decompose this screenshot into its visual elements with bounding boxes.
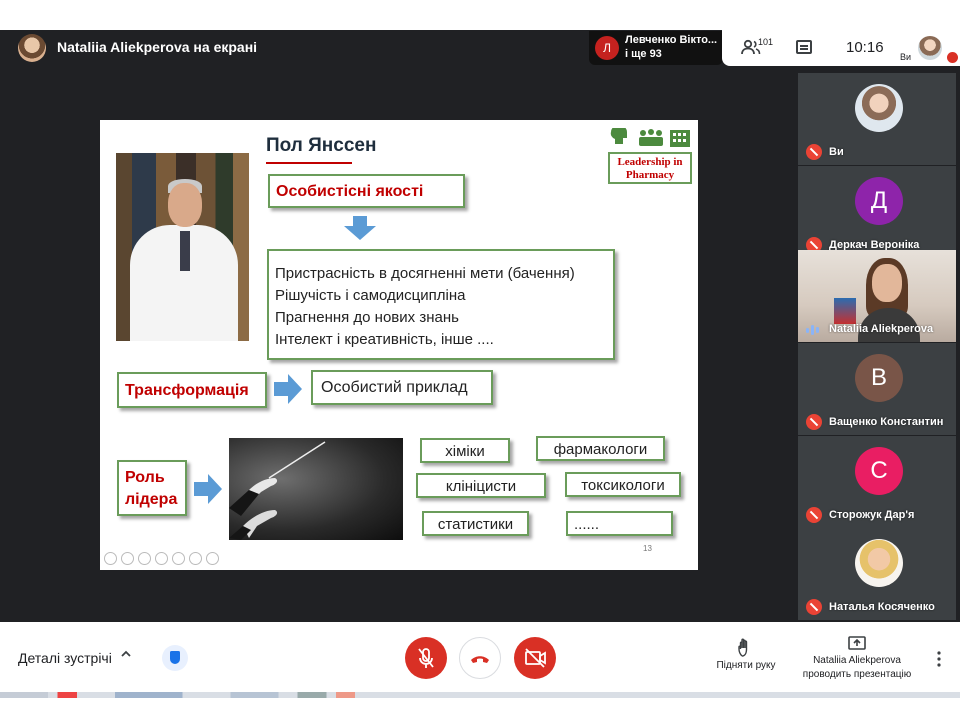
present-screen-icon xyxy=(848,636,866,650)
leadership-logo-icons xyxy=(610,128,690,147)
mic-off-icon xyxy=(806,507,822,523)
next-slide-icon[interactable] xyxy=(121,552,134,565)
participant-tile[interactable]: В Ващенко Константин xyxy=(798,343,956,435)
more-options-icon[interactable] xyxy=(206,552,219,565)
participant-tile[interactable]: Наталья Косяченко xyxy=(798,528,956,620)
role-pharmacologists: фармакологи xyxy=(536,436,665,461)
leave-call-button[interactable] xyxy=(459,637,501,679)
top-strip xyxy=(0,0,960,30)
raise-hand-label: Підняти руку xyxy=(716,660,776,671)
role-statisticians: статистики xyxy=(422,511,529,536)
hand-icon xyxy=(738,638,748,657)
you-label: Ви xyxy=(900,52,912,62)
notification-line1: Левченко Вікто... xyxy=(625,34,718,46)
avatar xyxy=(855,84,903,132)
security-shield-icon[interactable] xyxy=(162,645,188,671)
presenter-avatar xyxy=(18,34,46,62)
notification-badge xyxy=(947,52,958,63)
qualities-heading: Особистісні якості xyxy=(268,174,465,208)
microphone-toggle-button[interactable] xyxy=(405,637,447,679)
conductor-hands-image xyxy=(229,438,403,540)
slide-title: Пол Янссен xyxy=(266,135,377,156)
grid-icon[interactable] xyxy=(172,552,185,565)
role-chemists: хіміки xyxy=(420,438,510,463)
chevron-up-icon[interactable] xyxy=(121,649,131,659)
participant-name: Наталья Косяченко xyxy=(829,601,935,613)
participant-tile[interactable]: С Сторожук Дар'я xyxy=(798,436,956,528)
notification-line2: і ще 93 xyxy=(625,48,662,60)
mic-off-icon xyxy=(806,144,822,160)
quality-item: Інтелект і креативність, інше .... xyxy=(275,331,494,348)
end-call-icon xyxy=(471,656,489,663)
leader-role-line2: лідера xyxy=(125,491,178,508)
participant-name: Ви xyxy=(829,146,844,158)
logo-line2: Pharmacy xyxy=(625,169,675,181)
speaking-indicator-icon xyxy=(806,324,822,336)
camera-toggle-button[interactable] xyxy=(514,637,556,679)
role-clinicians: клініцисти xyxy=(416,473,546,498)
meet-window: Nataliia Aliekperova на екрані Л Левченк… xyxy=(0,0,960,720)
avatar: В xyxy=(855,354,903,402)
clock: 10:16 xyxy=(846,39,884,56)
portrait-photo xyxy=(116,153,249,341)
more-vert-icon[interactable] xyxy=(934,651,944,667)
join-notification[interactable]: Л Левченко Вікто... і ще 93 xyxy=(589,31,723,65)
avatar xyxy=(855,539,903,587)
prev-slide-icon[interactable] xyxy=(104,552,117,565)
arrow-down-icon xyxy=(344,216,376,240)
chat-icon[interactable] xyxy=(796,40,812,54)
mic-off-icon xyxy=(806,599,822,615)
presentation-slide: Пол Янссен Leadership in Pharmacy Особис… xyxy=(100,120,698,570)
top-right-bar: 101 10:16 Ви xyxy=(722,30,960,66)
transformation-label: Трансформація xyxy=(117,372,267,408)
participant-name: Nataliia Aliekperova xyxy=(829,323,934,335)
quality-item: Рішучість і самодисципліна xyxy=(275,287,466,304)
arrow-right-icon xyxy=(274,374,302,404)
camera-off-icon xyxy=(525,648,546,668)
leader-role-label: Роль лідера xyxy=(117,460,187,516)
title-underline xyxy=(266,162,352,164)
participant-tile-video[interactable]: Nataliia Aliekperova xyxy=(798,250,956,342)
quality-item: Прагнення до нових знань xyxy=(275,309,459,326)
leader-role-line1: Роль xyxy=(125,469,165,486)
avatar: Д xyxy=(855,177,903,225)
role-toxicologists: токсикологи xyxy=(565,472,681,497)
presenter-title: Nataliia Aliekperova на екрані xyxy=(57,39,258,55)
zoom-icon[interactable] xyxy=(155,552,168,565)
participant-name: Сторожук Дар'я xyxy=(829,509,915,521)
bottom-control-bar: Деталі зустрічі Підняти руку Nataliia Al… xyxy=(0,622,960,692)
presenting-label: проводить презентацію xyxy=(802,669,912,680)
participant-name: Ващенко Константин xyxy=(829,416,944,428)
role-more: ...... xyxy=(566,511,673,536)
mic-off-icon xyxy=(806,414,822,430)
mic-off-icon xyxy=(418,648,434,668)
participant-tile[interactable]: Д Деркач Вероніка xyxy=(798,166,956,258)
arrow-right-icon xyxy=(194,474,222,504)
subtitles-icon[interactable] xyxy=(189,552,202,565)
presenter-name-label: Nataliia Aliekperova xyxy=(813,655,901,666)
notification-avatar: Л xyxy=(595,36,619,60)
qualities-list: Пристрасність в досягненні мети (бачення… xyxy=(267,249,615,360)
personal-example: Особистий приклад xyxy=(311,370,493,405)
pen-icon[interactable] xyxy=(138,552,151,565)
avatar: С xyxy=(855,447,903,495)
people-count: 101 xyxy=(758,37,774,47)
slideshow-controls[interactable] xyxy=(104,552,219,566)
os-taskbar-strip xyxy=(0,692,960,720)
quality-item: Пристрасність в досягненні мети (бачення… xyxy=(275,265,575,282)
participant-tile[interactable]: Ви xyxy=(798,73,956,165)
meeting-details-button[interactable]: Деталі зустрічі xyxy=(18,650,112,666)
leadership-logo-box: Leadership in Pharmacy xyxy=(608,152,692,184)
logo-line1: Leadership in xyxy=(617,156,683,168)
self-avatar[interactable] xyxy=(918,36,942,60)
slide-number: 13 xyxy=(643,544,652,553)
